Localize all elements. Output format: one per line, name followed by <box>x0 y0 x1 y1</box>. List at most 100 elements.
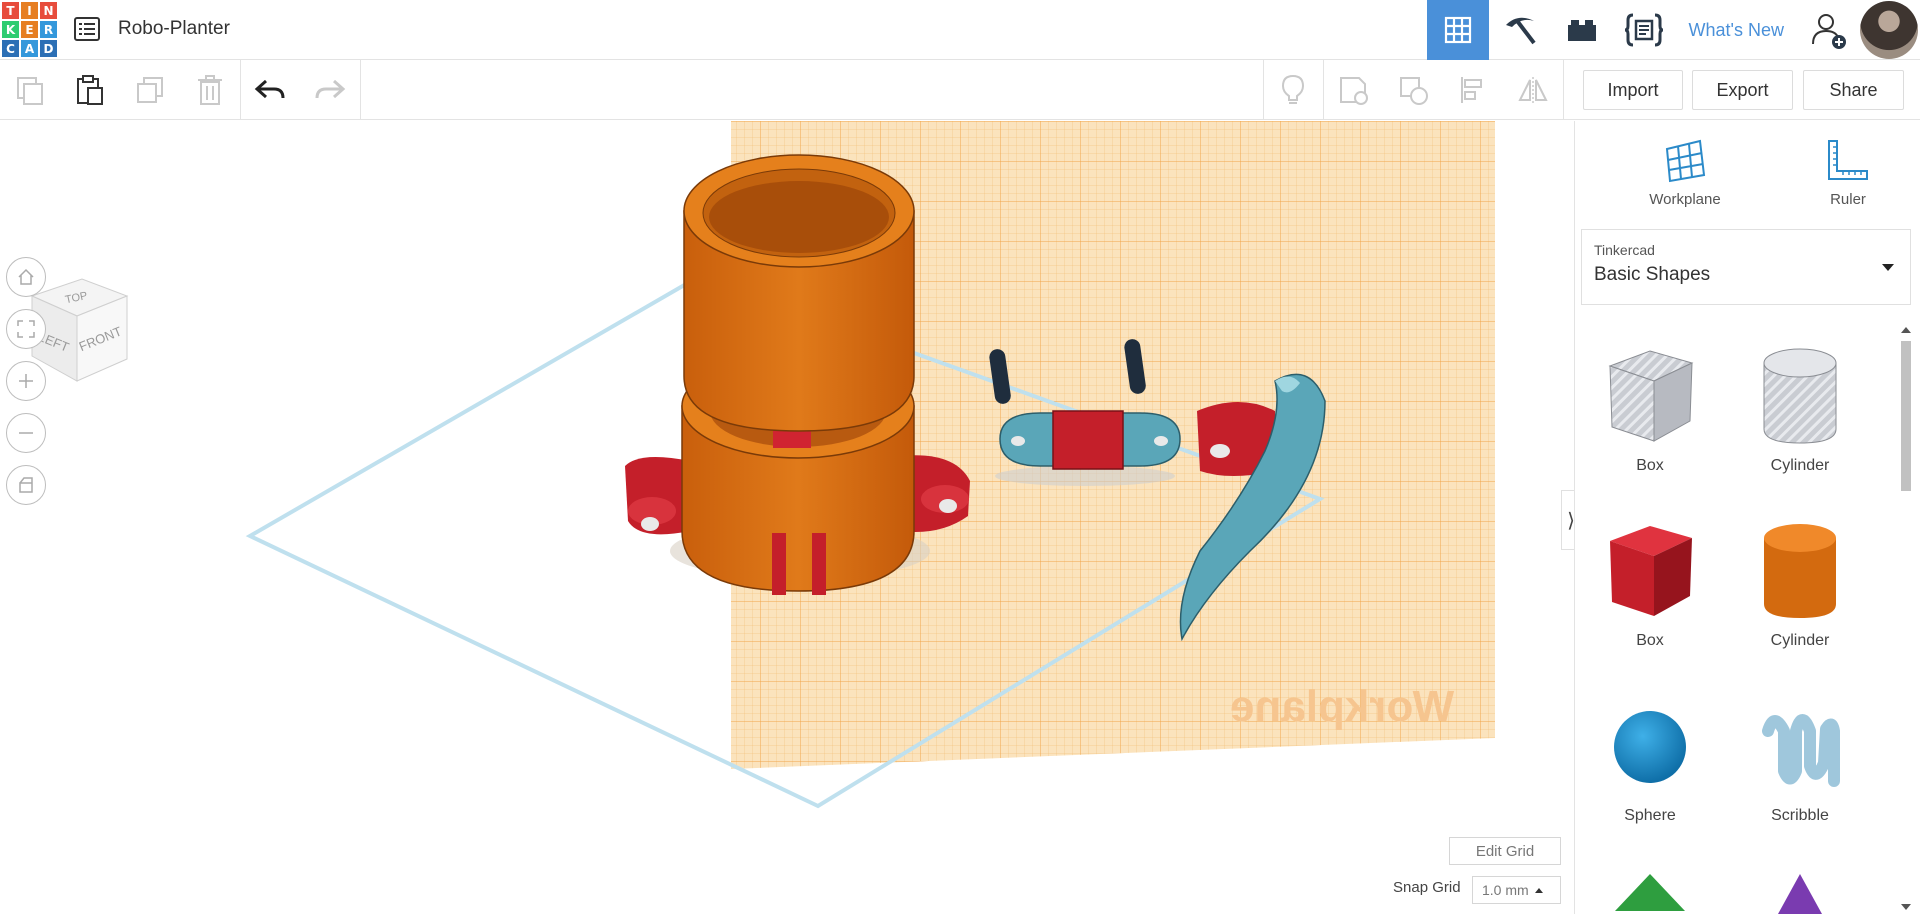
sphere-icon <box>1614 711 1686 783</box>
bricks-icon <box>1567 20 1596 41</box>
perspective-button[interactable] <box>6 465 46 505</box>
box-hole-icon <box>1608 350 1694 442</box>
logo-letter: N <box>40 2 57 19</box>
shape-label: Box <box>1636 457 1664 474</box>
fit-icon <box>17 320 35 338</box>
ungroup-button[interactable] <box>1383 60 1443 120</box>
grid-icon <box>1444 16 1471 44</box>
cylinder-hole-icon <box>1763 348 1837 444</box>
shape-sphere[interactable]: Sphere <box>1580 691 1720 825</box>
3d-viewport[interactable]: Workplane TOP LEFT FRONT <box>0 121 1574 914</box>
shape-scribble[interactable]: Scribble <box>1730 691 1870 825</box>
zoom-in-button[interactable] <box>6 361 46 401</box>
paste-button[interactable] <box>60 60 120 120</box>
redo-icon <box>315 79 346 99</box>
add-user-icon <box>1812 14 1846 49</box>
zoom-out-button[interactable] <box>6 413 46 453</box>
scroll-up-arrow[interactable] <box>1901 327 1911 333</box>
codeblocks-icon <box>1624 13 1663 47</box>
library-name: Basic Shapes <box>1594 264 1711 285</box>
shape-grid: Box Cylinder Box Cylinder Sphere Scribbl… <box>1575 321 1895 914</box>
logo-letter: T <box>2 2 19 19</box>
mirror-icon <box>1518 77 1548 103</box>
design-title[interactable]: Robo-Planter <box>118 18 230 40</box>
share-button[interactable]: Share <box>1803 70 1904 110</box>
library-source: Tinkercad <box>1594 242 1655 258</box>
ungroup-icon <box>1400 77 1428 105</box>
shape-cylinder[interactable]: Cylinder <box>1730 516 1870 650</box>
logo-letter: K <box>2 21 19 38</box>
blocks-button[interactable] <box>1489 0 1551 60</box>
logo-letter: R <box>40 21 57 38</box>
whats-new-link[interactable]: What's New <box>1675 0 1798 60</box>
align-icon <box>1461 77 1482 103</box>
shape-label: Cylinder <box>1770 632 1830 649</box>
3d-design-button[interactable] <box>1426 0 1489 60</box>
logo-letter: C <box>2 40 19 57</box>
cylinder-icon <box>1764 524 1836 618</box>
planter-pot <box>683 154 915 432</box>
notes-button[interactable] <box>1263 60 1323 120</box>
connector-piece <box>999 410 1181 470</box>
shape-box[interactable]: Box <box>1580 516 1720 650</box>
design-list-button[interactable] <box>72 14 102 44</box>
ruler-icon <box>1828 140 1868 180</box>
edit-toolbar: Import Export Share <box>0 60 1920 120</box>
import-button[interactable]: Import <box>1583 70 1683 110</box>
caret-down-icon <box>1882 264 1894 271</box>
duplicate-icon <box>137 77 163 103</box>
undo-icon <box>254 79 285 99</box>
pickaxe-icon <box>1505 17 1536 45</box>
undo-button[interactable] <box>240 60 300 120</box>
pyramid-icon <box>1778 874 1822 914</box>
scene-canvas[interactable]: Workplane <box>0 121 1574 914</box>
panel-collapse-tab[interactable]: ⟩ <box>1561 490 1574 550</box>
edit-grid-button[interactable]: Edit Grid <box>1449 837 1561 865</box>
align-button[interactable] <box>1443 60 1503 120</box>
shape-roof[interactable] <box>1580 866 1720 914</box>
toolbar-divider <box>360 60 361 120</box>
delete-button[interactable] <box>180 60 240 120</box>
logo-letter: A <box>21 40 38 57</box>
shape-library-select[interactable]: Tinkercad Basic Shapes <box>1581 229 1911 305</box>
scroll-thumb[interactable] <box>1901 341 1911 491</box>
tinkercad-logo[interactable]: TIN KER CAD <box>0 0 57 58</box>
shape-cylinder-hole[interactable]: Cylinder <box>1730 341 1870 475</box>
copy-button[interactable] <box>0 60 60 120</box>
export-button[interactable]: Export <box>1692 70 1793 110</box>
workplane-tool-label: Workplane <box>1649 191 1721 208</box>
codeblocks-button[interactable] <box>1613 0 1675 60</box>
group-button[interactable] <box>1323 60 1383 120</box>
shapes-scrollbar[interactable] <box>1897 323 1915 914</box>
toolbar-divider <box>1563 60 1564 120</box>
add-user-button[interactable] <box>1798 0 1860 60</box>
snap-grid-select[interactable]: 1.0 mm <box>1472 876 1561 904</box>
plus-icon <box>19 374 33 388</box>
avatar[interactable] <box>1860 1 1918 59</box>
fit-view-button[interactable] <box>6 309 46 349</box>
group-icon <box>1340 77 1368 105</box>
workplane-tool[interactable]: Workplane <box>1630 137 1740 208</box>
redo-button[interactable] <box>300 60 360 120</box>
scribble-icon <box>1762 714 1840 787</box>
scroll-down-arrow[interactable] <box>1901 904 1911 910</box>
bricks-button[interactable] <box>1551 0 1613 60</box>
shape-pyramid[interactable] <box>1730 866 1870 914</box>
logo-letter: I <box>21 2 38 19</box>
trash-icon <box>198 75 222 105</box>
copy-icon <box>17 77 43 105</box>
shape-box-hole[interactable]: Box <box>1580 341 1720 475</box>
ruler-tool[interactable]: Ruler <box>1793 137 1903 208</box>
perspective-icon <box>19 477 33 493</box>
ruler-tool-label: Ruler <box>1830 191 1866 208</box>
minus-icon <box>19 432 33 434</box>
shape-label: Sphere <box>1624 807 1676 824</box>
workplane-watermark: Workplane <box>1230 682 1454 731</box>
home-view-button[interactable] <box>6 257 46 297</box>
list-icon <box>74 17 100 41</box>
duplicate-button[interactable] <box>120 60 180 120</box>
shapes-panel: Workplane Ruler Tinkercad Basic Shapes B… <box>1574 121 1920 914</box>
logo-letter: D <box>40 40 57 57</box>
mirror-button[interactable] <box>1503 60 1563 120</box>
top-bar: TINKERCAD Robo-Planter What's New <box>0 0 1920 60</box>
